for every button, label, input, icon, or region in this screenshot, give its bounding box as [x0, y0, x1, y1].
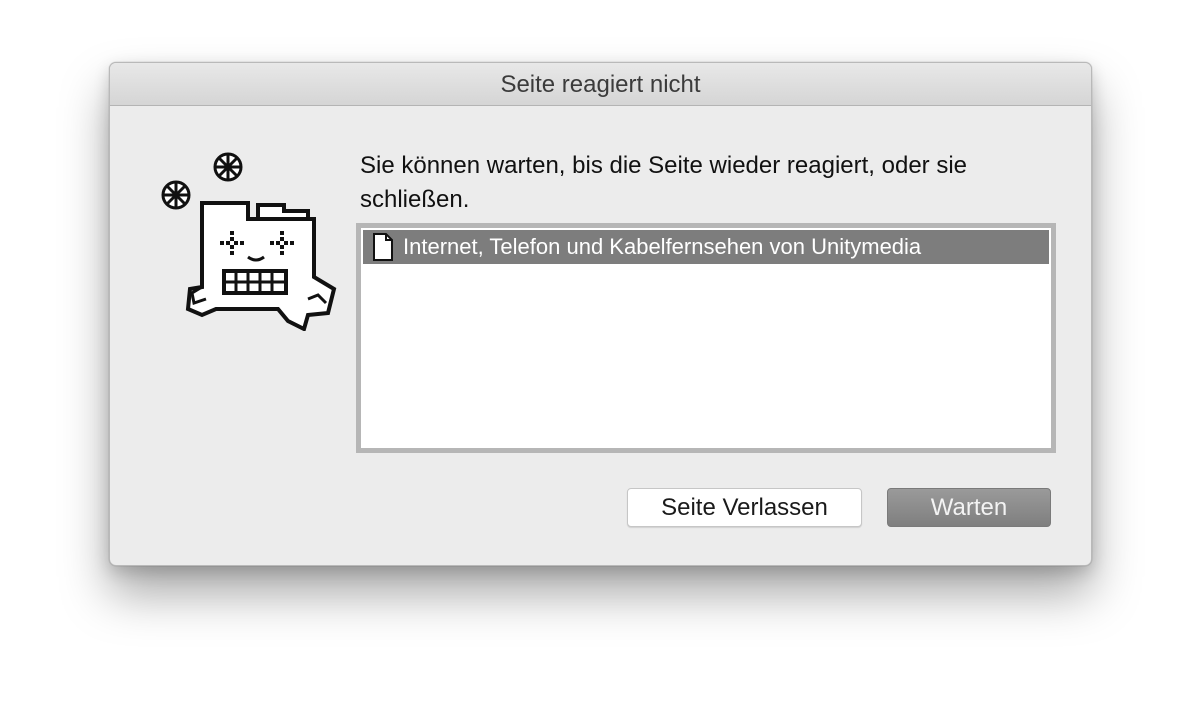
title-bar[interactable]: Seite reagiert nicht: [110, 63, 1091, 106]
list-item-label: Internet, Telefon und Kabelfernsehen von…: [403, 234, 922, 259]
leave-page-button[interactable]: Seite Verlassen: [627, 488, 862, 527]
dialog-message: Sie können warten, bis die Seite wieder …: [360, 152, 968, 213]
wait-button[interactable]: Warten: [887, 488, 1051, 527]
snowflake-icon: [161, 180, 191, 210]
snowflake-icon: [213, 152, 243, 182]
unresponsive-page-dialog: Seite reagiert nicht Sie können warten, …: [109, 62, 1092, 566]
unresponsive-pages-list[interactable]: Internet, Telefon und Kabelfernsehen von…: [356, 223, 1056, 453]
dialog-title: Seite reagiert nicht: [500, 71, 701, 98]
document-icon: [371, 232, 395, 262]
frozen-browser-mascot-icon: [158, 149, 338, 332]
list-item[interactable]: Internet, Telefon und Kabelfernsehen von…: [363, 230, 1049, 264]
